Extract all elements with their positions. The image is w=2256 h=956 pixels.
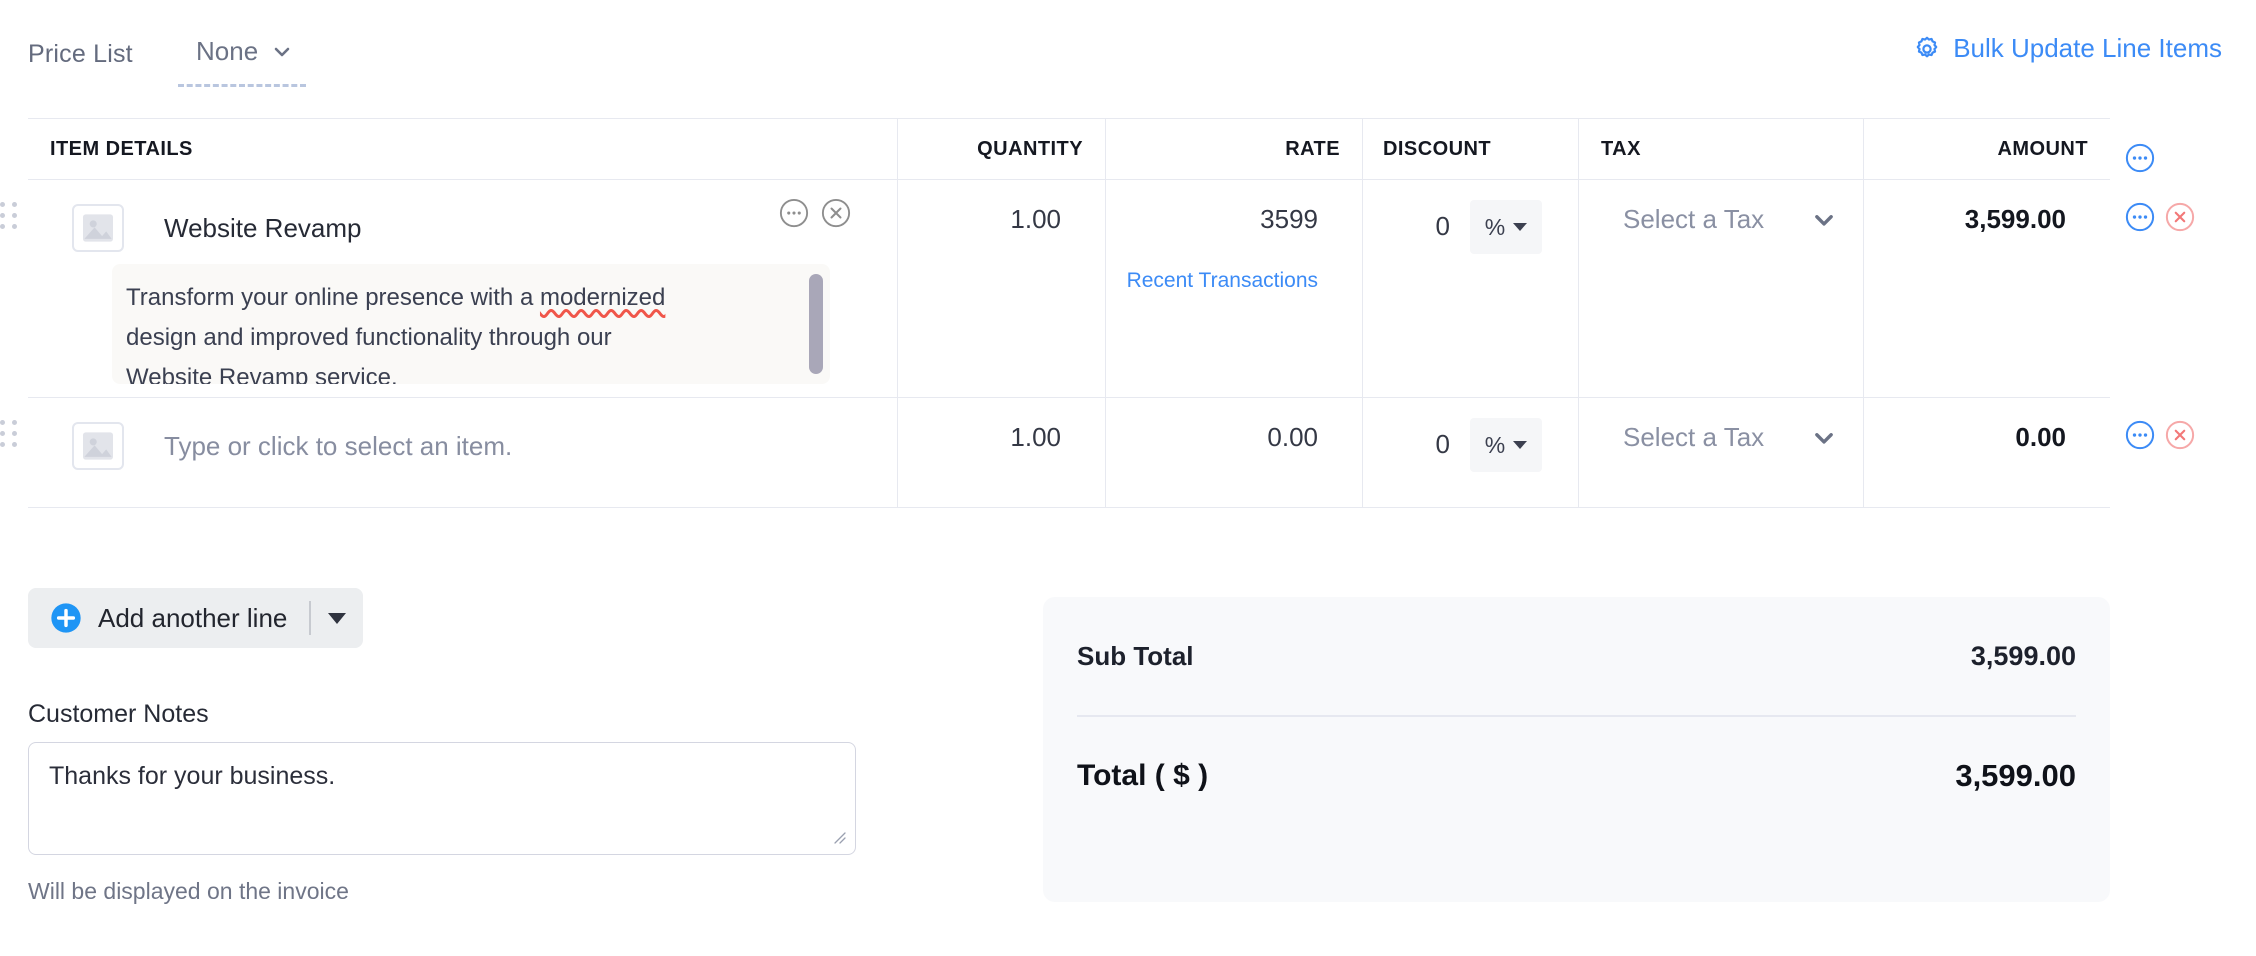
table-column-options-button[interactable]: [2125, 143, 2155, 173]
amount-value: 0.00: [1864, 398, 2088, 453]
quantity-input[interactable]: 1.00: [898, 398, 1083, 453]
row-rate-cell: 0.00: [1105, 398, 1362, 507]
textarea-resize-grip[interactable]: [828, 826, 848, 846]
discount-unit-label: %: [1485, 432, 1505, 459]
customer-notes-hint: Will be displayed on the invoice: [28, 878, 349, 905]
row-actions: [2125, 202, 2195, 232]
row-item-details-cell: Website Revamp Transform your online pre…: [28, 180, 897, 397]
item-image-placeholder-icon[interactable]: [72, 204, 124, 252]
tax-dropdown[interactable]: Select a Tax: [1601, 180, 1863, 235]
header-rate: RATE: [1105, 118, 1362, 180]
discount-unit-dropdown[interactable]: %: [1470, 418, 1542, 472]
row-actions: [2125, 420, 2195, 450]
chevron-down-icon: [272, 42, 292, 62]
header-discount: DISCOUNT: [1362, 118, 1578, 180]
total-label: Total ( $ ): [1077, 759, 1208, 793]
sub-total-value: 3,599.00: [1971, 641, 2076, 672]
bulk-update-line-items-link[interactable]: Bulk Update Line Items: [1913, 33, 2222, 64]
add-another-line-label: Add another line: [98, 603, 287, 634]
row-more-options-icon[interactable]: [2125, 420, 2155, 450]
discount-input[interactable]: 0: [1436, 204, 1450, 248]
plus-circle-icon: [50, 602, 82, 634]
line-items-table: ITEM DETAILS QUANTITY RATE DISCOUNT TAX …: [28, 118, 2110, 508]
row-tax-cell: Select a Tax: [1578, 180, 1863, 397]
chevron-down-icon: [1811, 425, 1837, 451]
invoice-line-items-page: Price List None Bulk Update Line Items: [0, 0, 2256, 956]
row-more-options-icon[interactable]: [2125, 202, 2155, 232]
item-select-input[interactable]: Type or click to select an item.: [164, 420, 512, 472]
discount-unit-label: %: [1485, 214, 1505, 241]
header-quantity: QUANTITY: [897, 118, 1105, 180]
price-list-bar: Price List None Bulk Update Line Items: [0, 0, 2256, 113]
row-amount-cell: 3,599.00: [1863, 180, 2110, 397]
item-description-field[interactable]: Transform your online presence with a mo…: [112, 264, 830, 384]
row-drag-handle[interactable]: [0, 202, 18, 230]
chevron-down-icon: [1811, 207, 1837, 233]
item-inline-actions: [779, 198, 851, 228]
gear-icon: [1913, 35, 1941, 63]
item-image-placeholder-icon[interactable]: [72, 422, 124, 470]
item-more-options-icon[interactable]: [779, 198, 809, 228]
item-name[interactable]: Website Revamp: [164, 202, 362, 254]
price-list-value: None: [196, 36, 258, 67]
row-tax-cell: Select a Tax: [1578, 398, 1863, 507]
row-rate-cell: 3599 Recent Transactions: [1105, 180, 1362, 397]
tax-selected-value: Select a Tax: [1623, 422, 1764, 453]
caret-down-icon: [1513, 223, 1527, 231]
rate-input[interactable]: 0.00: [1106, 422, 1318, 453]
header-item-details: ITEM DETAILS: [28, 118, 897, 180]
item-clear-icon[interactable]: [821, 198, 851, 228]
sub-total-label: Sub Total: [1077, 641, 1194, 672]
table-row: Type or click to select an item. 1.00 0.…: [28, 398, 2110, 508]
caret-down-icon: [1513, 441, 1527, 449]
row-drag-handle[interactable]: [0, 420, 18, 448]
quantity-input[interactable]: 1.00: [898, 180, 1083, 235]
customer-notes-label: Customer Notes: [28, 700, 209, 729]
caret-down-icon: [328, 613, 346, 624]
price-list-dropdown[interactable]: None: [196, 36, 292, 67]
totals-panel: Sub Total 3,599.00 Total ( $ ) 3,599.00: [1043, 597, 2110, 902]
sub-total-row: Sub Total 3,599.00: [1077, 597, 2076, 715]
recent-transactions-link[interactable]: Recent Transactions: [1106, 269, 1318, 293]
bulk-update-label: Bulk Update Line Items: [1953, 33, 2222, 64]
discount-input[interactable]: 0: [1436, 422, 1450, 466]
customer-notes-textarea[interactable]: [28, 742, 856, 855]
description-scrollbar[interactable]: [809, 274, 823, 374]
item-description-text: Transform your online presence with a mo…: [126, 278, 790, 384]
tax-dropdown[interactable]: Select a Tax: [1601, 398, 1863, 453]
total-value: 3,599.00: [1955, 758, 2076, 794]
discount-unit-dropdown[interactable]: %: [1470, 200, 1542, 254]
row-quantity-cell: 1.00: [897, 180, 1105, 397]
amount-value: 3,599.00: [1864, 180, 2088, 235]
header-tax: TAX: [1578, 118, 1863, 180]
price-list-dashed-underline: [178, 84, 306, 87]
header-amount: AMOUNT: [1863, 118, 2110, 180]
row-delete-icon[interactable]: [2165, 202, 2195, 232]
tax-selected-value: Select a Tax: [1623, 204, 1764, 235]
add-another-line-button[interactable]: Add another line: [28, 588, 363, 648]
row-delete-icon[interactable]: [2165, 420, 2195, 450]
rate-input[interactable]: 3599: [1106, 204, 1318, 235]
row-discount-cell: 0 %: [1362, 180, 1578, 397]
row-discount-cell: 0 %: [1362, 398, 1578, 507]
row-item-details-cell: Type or click to select an item.: [28, 398, 897, 507]
row-quantity-cell: 1.00: [897, 398, 1105, 507]
price-list-label: Price List: [28, 40, 133, 69]
row-amount-cell: 0.00: [1863, 398, 2110, 507]
add-line-dropdown-toggle[interactable]: [311, 588, 363, 648]
total-row: Total ( $ ) 3,599.00: [1077, 717, 2076, 835]
table-row: Website Revamp Transform your online pre…: [28, 180, 2110, 398]
table-header-row: ITEM DETAILS QUANTITY RATE DISCOUNT TAX …: [28, 118, 2110, 180]
